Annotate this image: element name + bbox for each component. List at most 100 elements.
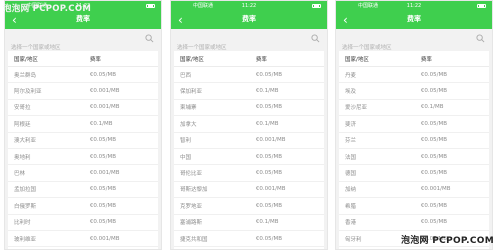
- country-cell: 哥斯达黎加: [180, 187, 208, 194]
- rate-cell: €0.05/MB: [420, 120, 448, 127]
- rate-cell: €0.05/MB: [89, 71, 117, 78]
- watermark-top: 泡泡网 PCPOP.COM: [3, 4, 92, 14]
- search-icon[interactable]: [145, 34, 154, 43]
- watermark-bottom: 泡泡网 PCPOP.COM: [400, 236, 494, 246]
- rate-cell: €0.05/MB: [420, 71, 448, 78]
- column-header-country: 国家/地区: [180, 56, 204, 63]
- nav-bar: ‹ 费率: [171, 11, 327, 29]
- table-row[interactable]: 丹麦 €0.05/MB: [339, 67, 489, 84]
- status-time: 11:22: [406, 3, 422, 9]
- column-header-country: 国家/地区: [345, 56, 369, 63]
- table-row[interactable]: 奥地利 €0.05/MB: [8, 149, 158, 166]
- rate-cell: €0.001/MB: [255, 137, 286, 144]
- table-row[interactable]: 克罗地亚 €0.05/MB: [174, 198, 324, 215]
- country-cell: 奥兰群岛: [14, 72, 37, 79]
- rate-cell: €0.001/MB: [89, 235, 120, 242]
- rate-cell: €0.05/MB: [420, 202, 448, 209]
- country-cell: 丹麦: [345, 72, 357, 79]
- table-row[interactable]: 巴西 €0.05/MB: [174, 67, 324, 84]
- country-cell: 孟加拉国: [14, 187, 37, 194]
- table-row[interactable]: 比利时 €0.05/MB: [8, 215, 158, 231]
- country-cell: 巴西: [180, 72, 192, 79]
- rate-cell: €0.001/MB: [255, 186, 286, 193]
- table-row[interactable]: 柬埔寨 €0.05/MB: [174, 100, 324, 117]
- rates-table: 国家/地区 费率 巴西 €0.05/MB 保加利亚 €0.1/MB 柬埔寨 €0.05…: [174, 51, 324, 249]
- rate-cell: €0.05/MB: [255, 104, 283, 111]
- rate-cell: €0.05/MB: [420, 219, 448, 226]
- table-row[interactable]: 斐济 €0.05/MB: [339, 116, 489, 133]
- status-bar: 中国联通 11:22: [171, 1, 327, 11]
- rate-cell: €0.1/MB: [255, 120, 279, 127]
- page-title: 费率: [242, 15, 256, 23]
- country-cell: 希腊: [345, 203, 357, 210]
- rate-cell: €0.001/MB: [420, 186, 451, 193]
- rate-cell: €0.1/MB: [89, 120, 113, 127]
- country-cell: 玻利维亚: [14, 236, 37, 243]
- country-cell: 阿根廷: [14, 121, 31, 128]
- table-row[interactable]: 阿尔及利亚 €0.001/MB: [8, 83, 158, 100]
- phone-screen-3: 中国联通 11:22 ‹ 费率 国家/地区 费率 丹麦 €0.05/MB 埃及 €0…: [335, 0, 493, 250]
- country-cell: 保加利亚: [180, 89, 203, 96]
- column-header-country: 国家/地区: [14, 56, 38, 63]
- table-row[interactable]: 哥伦比亚 €0.05/MB: [174, 165, 324, 182]
- search-bar: [336, 29, 492, 54]
- battery-icon: [312, 4, 321, 8]
- table-row[interactable]: 香港 €0.05/MB: [339, 215, 489, 231]
- country-cell: 哥伦比亚: [180, 171, 203, 178]
- rate-cell: €0.05/MB: [89, 137, 117, 144]
- table-row[interactable]: 中国 €0.05/MB: [174, 149, 324, 166]
- rates-table: 国家/地区 费率 奥兰群岛 €0.05/MB 阿尔及利亚 €0.001/MB 安哥拉…: [8, 51, 158, 249]
- table-row[interactable]: 保加利亚 €0.1/MB: [174, 83, 324, 100]
- table-header: 国家/地区 费率: [174, 51, 324, 67]
- table-row[interactable]: 希腊 €0.05/MB: [339, 198, 489, 215]
- table-row[interactable]: 加纳 €0.001/MB: [339, 182, 489, 199]
- phone-screen-2: 中国联通 11:22 ‹ 费率 国家/地区 费率 巴西 €0.05/MB 保加利亚…: [170, 0, 328, 250]
- search-icon[interactable]: [311, 34, 320, 43]
- table-row[interactable]: 爱沙尼亚 €0.1/MB: [339, 100, 489, 117]
- rate-cell: €0.1/MB: [255, 88, 279, 95]
- rate-cell: €0.05/MB: [89, 186, 117, 193]
- rate-cell: €0.001/MB: [89, 88, 120, 95]
- country-cell: 加拿大: [180, 121, 197, 128]
- table-row[interactable]: 加拿大 €0.1/MB: [174, 116, 324, 133]
- table-row[interactable]: 阿根廷 €0.1/MB: [8, 116, 158, 133]
- country-cell: 澳大利亚: [14, 138, 37, 145]
- rate-cell: €0.1/MB: [255, 219, 279, 226]
- table-row[interactable]: 奥兰群岛 €0.05/MB: [8, 67, 158, 84]
- status-bar: 中国联通 11:22: [336, 1, 492, 11]
- table-row[interactable]: 安哥拉 €0.001/MB: [8, 100, 158, 117]
- rate-cell: €0.05/MB: [255, 153, 283, 160]
- country-cell: 捷克共和国: [180, 236, 208, 243]
- rate-cell: €0.05/MB: [420, 153, 448, 160]
- table-row[interactable]: 澳大利亚 €0.05/MB: [8, 133, 158, 149]
- search-icon[interactable]: [476, 34, 485, 43]
- table-row[interactable]: 孟加拉国 €0.05/MB: [8, 182, 158, 199]
- table-row[interactable]: 埃及 €0.05/MB: [339, 83, 489, 100]
- table-row[interactable]: 白俄罗斯 €0.05/MB: [8, 198, 158, 215]
- table-row[interactable]: 德国 €0.05/MB: [339, 165, 489, 182]
- country-cell: 中国: [180, 154, 192, 161]
- table-row[interactable]: 智利 €0.001/MB: [174, 133, 324, 149]
- table-row[interactable]: 巴林 €0.001/MB: [8, 165, 158, 182]
- table-row[interactable]: 法国 €0.05/MB: [339, 149, 489, 166]
- rate-cell: €0.001/MB: [89, 170, 120, 177]
- page-title: 费率: [76, 15, 90, 23]
- country-cell: 加纳: [345, 187, 357, 194]
- table-row[interactable]: 玻利维亚 €0.001/MB: [8, 231, 158, 248]
- country-cell: 巴林: [14, 171, 26, 178]
- table-header: 国家/地区 费率: [8, 51, 158, 67]
- rates-table: 国家/地区 费率 丹麦 €0.05/MB 埃及 €0.05/MB 爱沙尼亚 €0.1/…: [339, 51, 489, 249]
- rate-cell: €0.05/MB: [89, 219, 117, 226]
- table-row[interactable]: 芬兰 €0.05/MB: [339, 133, 489, 149]
- search-bar: [5, 29, 161, 54]
- rate-cell: €0.001/MB: [89, 104, 120, 111]
- country-cell: 克罗地亚: [180, 203, 203, 210]
- table-row[interactable]: 哥斯达黎加 €0.001/MB: [174, 182, 324, 199]
- battery-icon: [477, 4, 486, 8]
- table-row[interactable]: 捷克共和国 €0.05/MB: [174, 231, 324, 248]
- table-row[interactable]: 塞浦路斯 €0.1/MB: [174, 215, 324, 231]
- country-cell: 安哥拉: [14, 105, 31, 112]
- rate-cell: €0.05/MB: [420, 170, 448, 177]
- status-time: 11:22: [241, 3, 257, 9]
- rate-cell: €0.05/MB: [420, 88, 448, 95]
